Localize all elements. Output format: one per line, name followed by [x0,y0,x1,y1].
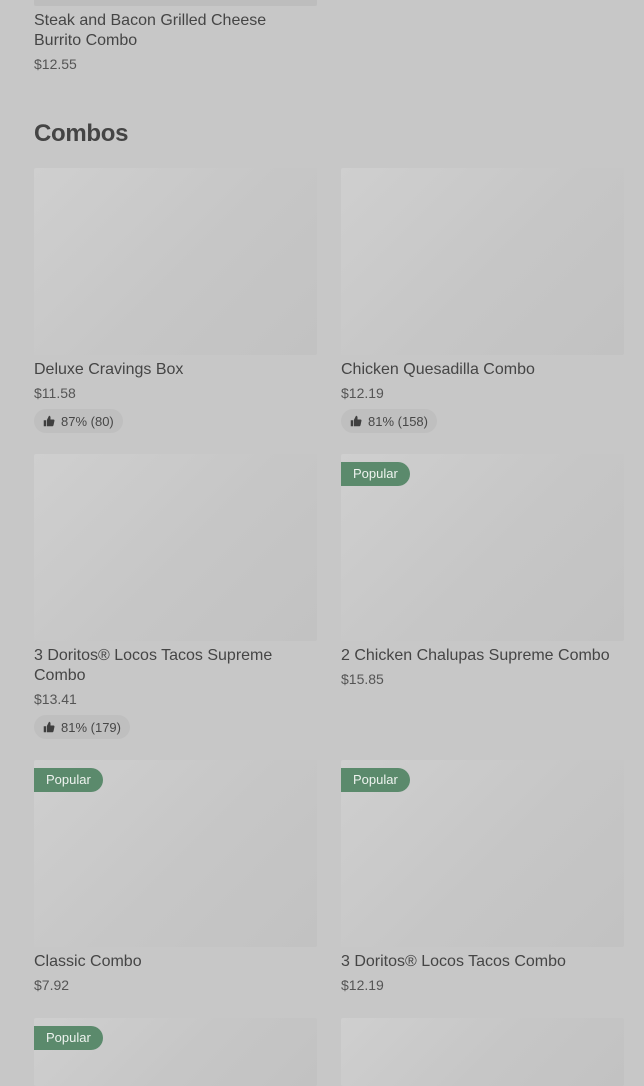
item-price: $15.85 [341,671,384,687]
popular-badge: Popular [34,1026,103,1050]
rating-text: 87% (80) [61,413,114,429]
menu-item-card[interactable]: Popular Classic Combo $7.92 [34,760,317,994]
rating-text: 81% (179) [61,719,121,735]
menu-item-card[interactable]: Chicken Quesadilla Combo $12.19 81% (158… [341,168,624,433]
item-image: Popular [34,1018,317,1086]
item-image: Popular [341,760,624,947]
popular-badge: Popular [34,768,103,792]
rating-badge: 87% (80) [34,409,123,433]
item-image [341,1018,624,1086]
item-image: Popular [341,454,624,641]
rating-badge: 81% (158) [341,409,437,433]
menu-item-card[interactable]: Popular 3 Doritos® Locos Tacos Combo $12… [341,760,624,994]
item-image: Popular [34,760,317,947]
item-name: 2 Chicken Chalupas Supreme Combo [341,647,610,664]
item-name: Chicken Quesadilla Combo [341,361,535,378]
item-price: $11.58 [34,385,76,401]
item-image [34,454,317,641]
rating-badge: 81% (179) [34,715,130,739]
menu-item-card[interactable]: 3 Doritos® Locos Tacos Supreme Combo $13… [34,454,317,739]
item-price: $12.19 [341,385,384,401]
menu-item-card[interactable]: Deluxe Cravings Box $11.58 87% (80) [34,168,317,433]
thumbs-up-icon [43,415,55,427]
menu-item-card-top[interactable]: Steak and Bacon Grilled Cheese Burrito C… [34,0,317,73]
menu-item-card[interactable]: Popular 2 Chicken Chalupas Supreme Combo… [341,454,624,688]
item-name: 3 Doritos® Locos Tacos Supreme Combo [34,647,273,684]
item-name: Deluxe Cravings Box [34,361,184,378]
item-image [341,168,624,355]
rating-text: 81% (158) [368,413,428,429]
thumbs-up-icon [43,721,55,733]
item-name: Classic Combo [34,953,142,970]
menu-item-card[interactable] [341,1018,624,1086]
item-price: $12.55 [34,56,77,72]
item-image [34,0,317,6]
item-name: 3 Doritos® Locos Tacos Combo [341,953,566,970]
popular-badge: Popular [341,462,410,486]
thumbs-up-icon [350,415,362,427]
popular-badge: Popular [341,768,410,792]
section-title: Combos [34,120,129,147]
item-price: $12.19 [341,977,384,993]
item-price: $13.41 [34,691,77,707]
item-name: Steak and Bacon Grilled Cheese Burrito C… [34,12,267,49]
menu-item-card[interactable]: Popular [34,1018,317,1086]
item-image [34,168,317,355]
item-price: $7.92 [34,977,70,993]
